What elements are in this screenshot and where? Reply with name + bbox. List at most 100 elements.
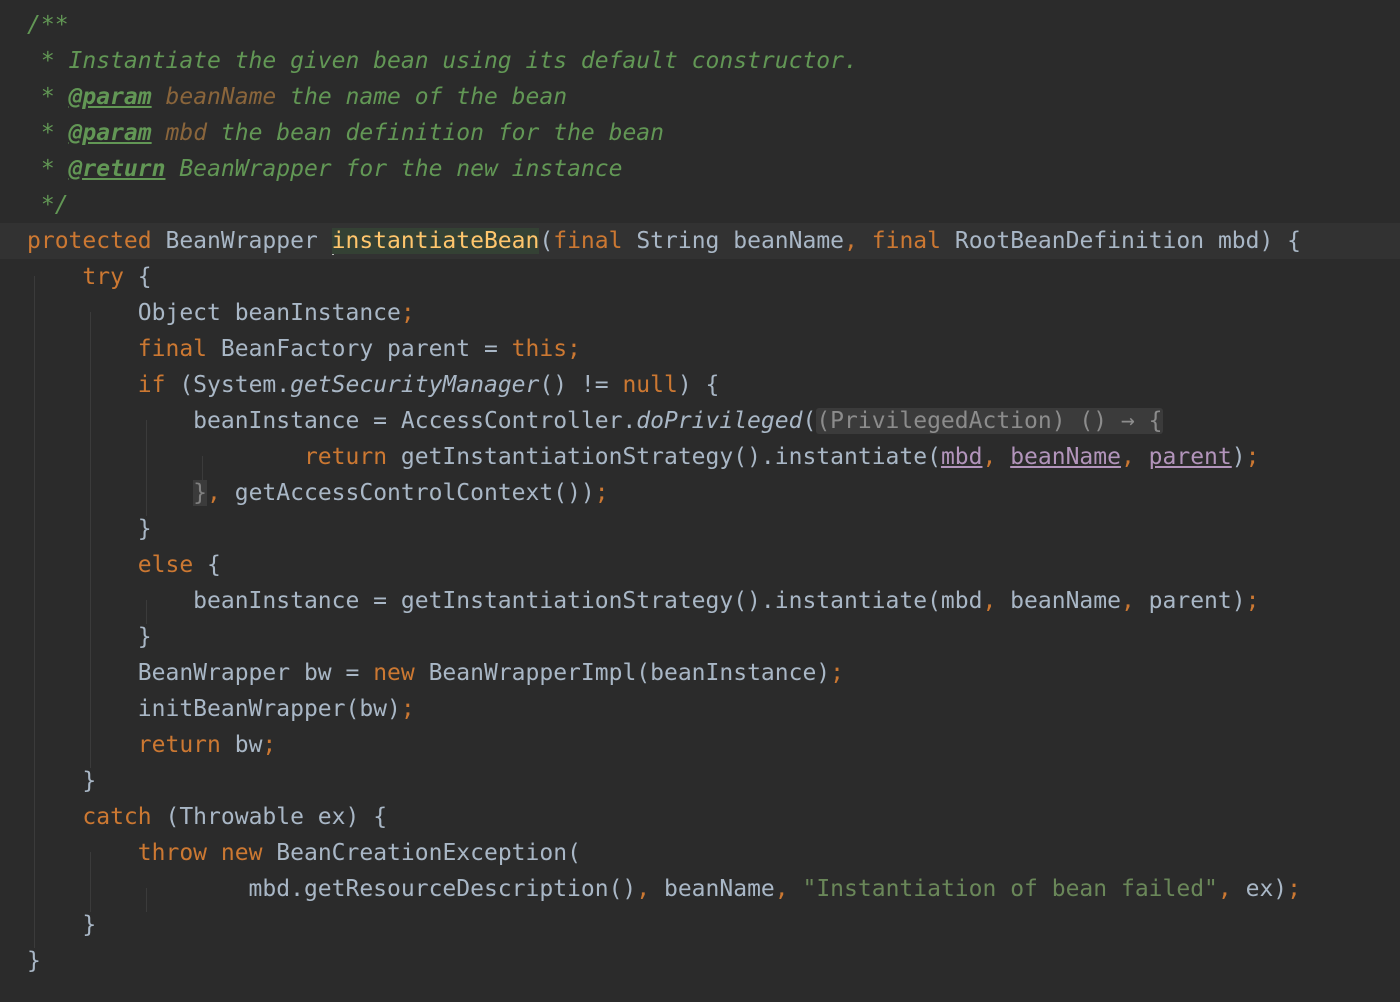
code-line-text: * @param beanName the name of the bean <box>27 79 567 115</box>
code-token: beanName <box>165 84 277 110</box>
code-token: if <box>137 372 166 398</box>
code-line[interactable]: /** <box>0 7 1400 43</box>
code-token: final <box>553 228 623 254</box>
code-editor[interactable]: } } mbd.getResourceDescription(), beanNa… <box>0 0 1400 1002</box>
code-token: throw <box>137 840 208 866</box>
code-token: initBeanWrapper(bw) <box>27 696 401 722</box>
code-token: getSecurityManager <box>290 372 540 398</box>
code-token: , <box>982 444 1011 470</box>
code-line[interactable]: beanInstance = getInstantiationStrategy(… <box>0 583 1400 619</box>
code-line-current[interactable]: protected BeanWrapper instantiateBean(fi… <box>0 223 1400 259</box>
code-line-text: /** <box>27 7 69 43</box>
code-line[interactable]: * @param beanName the name of the bean <box>0 79 1400 115</box>
code-line[interactable]: try { <box>0 259 1400 295</box>
code-line[interactable]: final BeanFactory parent = this; <box>0 331 1400 367</box>
code-token: , <box>982 588 997 614</box>
code-token: BeanWrapper bw = <box>27 660 374 686</box>
code-line[interactable]: if (System.getSecurityManager() != null)… <box>0 367 1400 403</box>
code-line[interactable]: } <box>0 511 1400 547</box>
code-line[interactable]: * Instantiate the given bean using its d… <box>0 43 1400 79</box>
code-line[interactable]: * @param mbd the bean definition for the… <box>0 115 1400 151</box>
code-token: BeanWrapper <box>151 228 332 254</box>
code-line[interactable]: Object beanInstance; <box>0 295 1400 331</box>
code-line[interactable]: throw new BeanCreationException( <box>0 835 1400 871</box>
code-line[interactable]: BeanWrapper bw = new BeanWrapperImpl(bea… <box>0 655 1400 691</box>
code-token: /** <box>27 12 69 38</box>
code-line[interactable]: } <box>0 763 1400 799</box>
code-token: } <box>27 768 97 794</box>
code-token: , <box>1120 588 1135 614</box>
code-token: new <box>373 660 415 686</box>
code-line-text: * @return BeanWrapper for the new instan… <box>27 151 623 187</box>
code-line[interactable]: return getInstantiationStrategy().instan… <box>0 439 1400 475</box>
code-token: bw <box>220 732 263 758</box>
code-line-text: return bw; <box>27 727 277 763</box>
code-token: BeanFactory parent = <box>207 336 512 362</box>
code-token: final <box>871 228 941 254</box>
code-token: the name of the bean <box>276 84 568 110</box>
code-token: * <box>27 156 69 182</box>
code-line-text: * Instantiate the given bean using its d… <box>27 43 858 79</box>
code-token: @param <box>68 84 152 110</box>
code-line-text: } <box>27 763 96 799</box>
code-token: beanInstance = getInstantiationStrategy(… <box>27 588 983 614</box>
code-line-text: protected BeanWrapper instantiateBean(fi… <box>27 223 1301 259</box>
code-line[interactable]: } <box>0 619 1400 655</box>
code-token: ( <box>802 408 817 434</box>
code-line[interactable]: catch (Throwable ex) { <box>0 799 1400 835</box>
code-line[interactable]: * @return BeanWrapper for the new instan… <box>0 151 1400 187</box>
code-line[interactable]: initBeanWrapper(bw); <box>0 691 1400 727</box>
code-token: return <box>137 732 221 758</box>
code-token: * Instantiate the given bean using its d… <box>27 48 858 74</box>
code-token: (PrivilegedAction) () → { <box>816 408 1163 434</box>
code-line-text: catch (Throwable ex) { <box>27 799 387 835</box>
code-token: */ <box>27 192 69 218</box>
code-token: BeanCreationException( <box>262 840 581 866</box>
code-line-text: initBeanWrapper(bw); <box>27 691 415 727</box>
code-line-text: try { <box>27 259 151 295</box>
code-token: , <box>844 228 858 254</box>
code-token: beanInstance = AccessController. <box>27 408 637 434</box>
code-token: ) <box>1231 444 1246 470</box>
code-line[interactable]: */ <box>0 187 1400 223</box>
code-token: protected <box>27 228 152 254</box>
code-token: ; <box>594 480 609 506</box>
code-token: ; <box>1245 588 1260 614</box>
code-token: } <box>27 912 97 938</box>
indent-guide <box>34 276 35 948</box>
code-token: RootBeanDefinition mbd) { <box>941 228 1302 254</box>
code-line[interactable]: } <box>0 943 1400 979</box>
code-token: getInstantiationStrategy().instantiate( <box>387 444 941 470</box>
code-token: * <box>27 84 69 110</box>
code-token: null <box>622 372 678 398</box>
code-line[interactable]: else { <box>0 547 1400 583</box>
code-token: beanName <box>1010 444 1121 470</box>
code-token: catch <box>82 804 152 830</box>
code-line-text: beanInstance = getInstantiationStrategy(… <box>27 583 1259 619</box>
indent-guide <box>146 888 147 912</box>
code-line[interactable]: return bw; <box>0 727 1400 763</box>
code-token: doPrivileged <box>636 408 803 434</box>
code-token: return <box>303 444 388 470</box>
code-line[interactable]: beanInstance = AccessController.doPrivil… <box>0 403 1400 439</box>
code-line-text: * @param mbd the bean definition for the… <box>27 115 664 151</box>
code-line[interactable]: }, getAccessControlContext()); <box>0 475 1400 511</box>
indent-guide <box>146 600 147 624</box>
code-token: parent <box>1148 444 1232 470</box>
indent-guide <box>90 852 91 912</box>
code-token: , <box>1120 444 1149 470</box>
code-line[interactable]: } <box>0 907 1400 943</box>
code-line-text: } <box>27 907 96 943</box>
code-line-text: else { <box>27 547 221 583</box>
code-token: ; <box>1245 444 1260 470</box>
code-line-text: throw new BeanCreationException( <box>27 835 581 871</box>
code-line-text: beanInstance = AccessController.doPrivil… <box>27 403 1163 439</box>
code-line[interactable]: mbd.getResourceDescription(), beanName, … <box>0 871 1400 907</box>
